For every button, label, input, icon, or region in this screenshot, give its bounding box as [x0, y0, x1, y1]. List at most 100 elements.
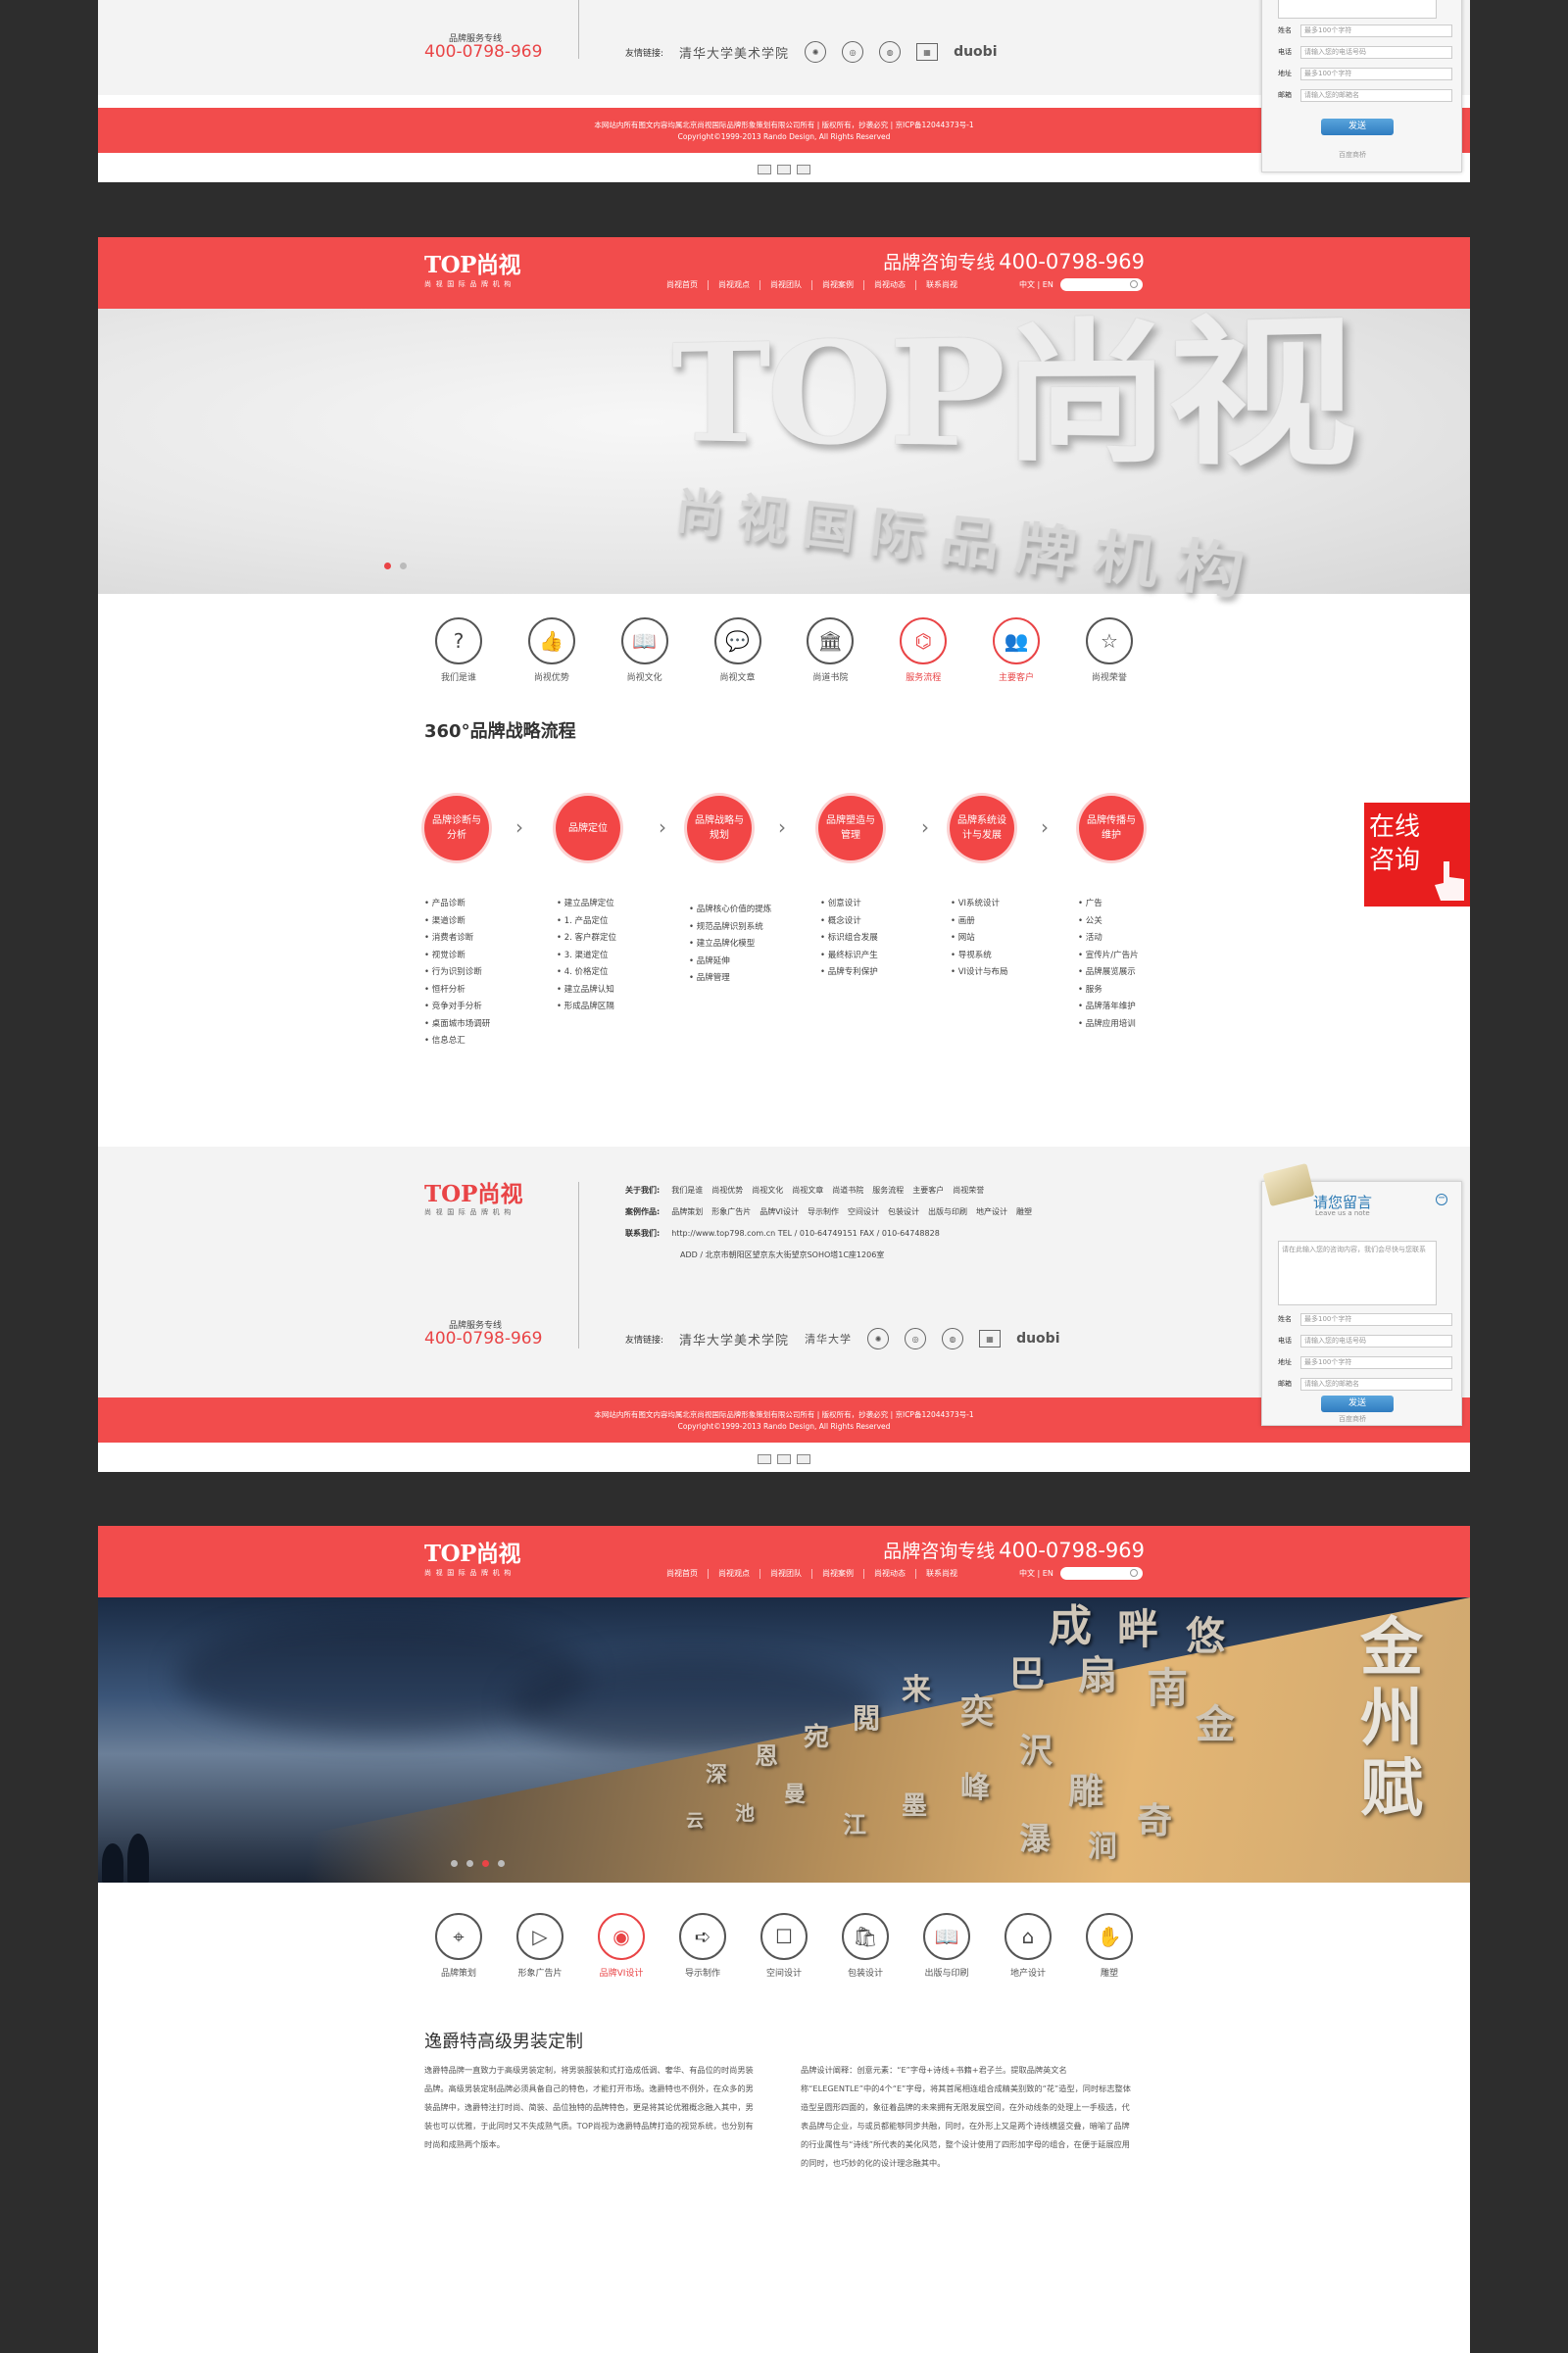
send-button[interactable]: 发送 [1321, 119, 1394, 135]
thumbs-up-icon[interactable]: 👍 [527, 617, 575, 664]
nav-item-home[interactable]: 尚视首页 [657, 1569, 709, 1579]
msg-field-name[interactable]: 姓名 最多100个字符 [1278, 25, 1452, 37]
minimize-icon[interactable]: − [1436, 1194, 1447, 1205]
search-input[interactable] [1060, 1567, 1143, 1580]
icon-menu-item[interactable]: 🏛 尚道书院 [796, 617, 864, 683]
partner-logo-seal[interactable]: ✺ [867, 1328, 890, 1349]
icon-menu-item[interactable]: ⌬ 服务流程 [889, 617, 957, 683]
partner-logo-seal[interactable]: ✺ [805, 41, 827, 63]
bag-icon[interactable]: 🛍 [842, 1913, 889, 1960]
partner-logo-duobi[interactable]: duobi [954, 44, 997, 60]
book-icon[interactable]: 📖 [620, 617, 668, 664]
carousel-dot[interactable] [498, 1860, 505, 1867]
site-logo[interactable]: TOP尚视 [424, 1542, 520, 1567]
house-icon[interactable]: ⌂ [1004, 1913, 1052, 1960]
nav-item-team[interactable]: 尚视团队 [760, 1569, 812, 1579]
footer-link[interactable]: 尚视文章 [792, 1186, 823, 1195]
badge-icon[interactable] [758, 1454, 771, 1464]
msg-field-address[interactable]: 地址 最多100个字符 [1278, 1356, 1452, 1369]
icon-menu-item[interactable]: 👥 主要客户 [982, 617, 1051, 683]
msg-field-phone[interactable]: 电话 请输入您的电话号码 [1278, 46, 1452, 59]
clients-icon[interactable]: 👥 [993, 617, 1041, 664]
carousel-dot[interactable] [482, 1860, 489, 1867]
footer-link[interactable]: 尚道书院 [832, 1186, 863, 1195]
partner-logo-seal[interactable]: ▦ [979, 1330, 1002, 1348]
chat-icon[interactable]: 💬 [713, 617, 761, 664]
icon-menu-item[interactable]: ☆ 尚视荣誉 [1075, 617, 1144, 683]
nav-item-contact[interactable]: 联系尚视 [916, 280, 967, 290]
icon-menu-item[interactable]: ? 我们是谁 [424, 617, 493, 683]
partner-logo-duobi[interactable]: duobi [1016, 1331, 1059, 1347]
sculpture-icon[interactable]: ✋ [1086, 1913, 1133, 1960]
footer-link[interactable]: 我们是谁 [671, 1186, 703, 1195]
icon-menu-item[interactable]: ☐ 空间设计 [750, 1913, 818, 1979]
partner-logo-seal[interactable]: ◍ [879, 41, 902, 63]
icon-menu-item[interactable]: 🛍 包装设计 [831, 1913, 900, 1979]
icon-menu-item[interactable]: ✋ 雕塑 [1075, 1913, 1144, 1979]
search-icon[interactable] [1130, 280, 1138, 288]
icon-menu-item[interactable]: ⌖ 品牌策划 [424, 1913, 493, 1979]
icon-menu-item[interactable]: 💬 尚视文章 [704, 617, 772, 683]
badge-icon[interactable] [777, 1454, 791, 1464]
language-switch[interactable]: 中文 | EN [1019, 1569, 1054, 1579]
star-icon[interactable]: ☆ [1085, 617, 1133, 664]
carousel-dot[interactable] [466, 1860, 473, 1867]
footer-link[interactable]: 形象广告片 [711, 1207, 751, 1216]
partner-logo-seal[interactable]: ◎ [842, 41, 864, 63]
search-icon[interactable] [1130, 1569, 1138, 1577]
partner-logo-seal[interactable]: ◍ [942, 1328, 964, 1349]
cube-icon[interactable]: ☐ [760, 1913, 808, 1960]
search-input[interactable] [1060, 278, 1143, 291]
footer-link[interactable]: 尚视优势 [711, 1186, 743, 1195]
footer-link[interactable]: 服务流程 [872, 1186, 904, 1195]
play-icon[interactable]: ▷ [516, 1913, 564, 1960]
icon-menu-item[interactable]: 📖 出版与印刷 [912, 1913, 981, 1979]
msg-field-email[interactable]: 邮箱 请输入您的邮箱名 [1278, 89, 1452, 102]
online-consult-button[interactable]: 在线咨询 [1364, 803, 1470, 907]
send-button[interactable]: 发送 [1321, 1396, 1394, 1412]
msg-field-email[interactable]: 邮箱 请输入您的邮箱名 [1278, 1378, 1452, 1391]
language-switch[interactable]: 中文 | EN [1019, 280, 1054, 290]
footer-link[interactable]: 导示制作 [808, 1207, 839, 1216]
icon-menu-item[interactable]: 📖 尚视文化 [611, 617, 679, 683]
carousel-dot[interactable] [384, 563, 391, 569]
nav-item-cases[interactable]: 尚视案例 [812, 280, 864, 290]
badge-icon[interactable] [758, 165, 771, 174]
academy-icon[interactable]: 🏛 [807, 617, 855, 664]
footer-link[interactable]: 地产设计 [976, 1207, 1007, 1216]
footer-link[interactable]: 尚视荣誉 [953, 1186, 984, 1195]
nav-item-cases[interactable]: 尚视案例 [812, 1569, 864, 1579]
flow-icon[interactable]: ⌬ [900, 617, 948, 664]
nav-item-team[interactable]: 尚视团队 [760, 280, 812, 290]
partner-logo-tsinghua-art[interactable]: 清华大学美术学院 [679, 1330, 789, 1348]
partner-logo-seal[interactable]: ▦ [916, 43, 939, 61]
icon-menu-item[interactable]: ◉ 品牌VI设计 [587, 1913, 656, 1979]
nav-item-contact[interactable]: 联系尚视 [916, 1569, 967, 1579]
partner-logo-seal[interactable]: ◎ [905, 1328, 927, 1349]
message-textarea[interactable]: 请在此输入您的咨询内容，我们会尽快与您联系 [1278, 1241, 1437, 1305]
footer-link[interactable]: 品牌策划 [671, 1207, 703, 1216]
carousel-dot[interactable] [400, 563, 407, 569]
icon-menu-item[interactable]: ▷ 形象广告片 [506, 1913, 574, 1979]
partner-logo-tsinghua-art[interactable]: 清华大学美术学院 [679, 43, 789, 62]
icon-menu-item[interactable]: ➪ 导示制作 [668, 1913, 737, 1979]
nav-item-views[interactable]: 尚视观点 [709, 1569, 760, 1579]
nav-item-home[interactable]: 尚视首页 [657, 280, 709, 290]
signpost-icon[interactable]: ➪ [679, 1913, 726, 1960]
nav-item-news[interactable]: 尚视动态 [864, 280, 916, 290]
msg-field-phone[interactable]: 电话 请输入您的电话号码 [1278, 1335, 1452, 1348]
footer-link[interactable]: 空间设计 [848, 1207, 879, 1216]
footer-link[interactable]: 品牌VI设计 [760, 1207, 799, 1216]
footer-link[interactable]: 主要客户 [912, 1186, 944, 1195]
footer-link[interactable]: 包装设计 [888, 1207, 919, 1216]
footer-logo[interactable]: TOP尚视 [424, 1182, 522, 1207]
footer-link[interactable]: 尚视文化 [752, 1186, 783, 1195]
footer-link[interactable]: 出版与印刷 [928, 1207, 967, 1216]
footer-link[interactable]: 雕塑 [1016, 1207, 1032, 1216]
question-icon[interactable]: ? [435, 617, 482, 664]
message-textarea[interactable] [1278, 0, 1437, 19]
msg-field-address[interactable]: 地址 最多100个字符 [1278, 68, 1452, 80]
nav-item-views[interactable]: 尚视观点 [709, 280, 760, 290]
badge-icon[interactable] [797, 165, 810, 174]
partner-logo-tsinghua[interactable]: 清华大学 [805, 1331, 852, 1347]
